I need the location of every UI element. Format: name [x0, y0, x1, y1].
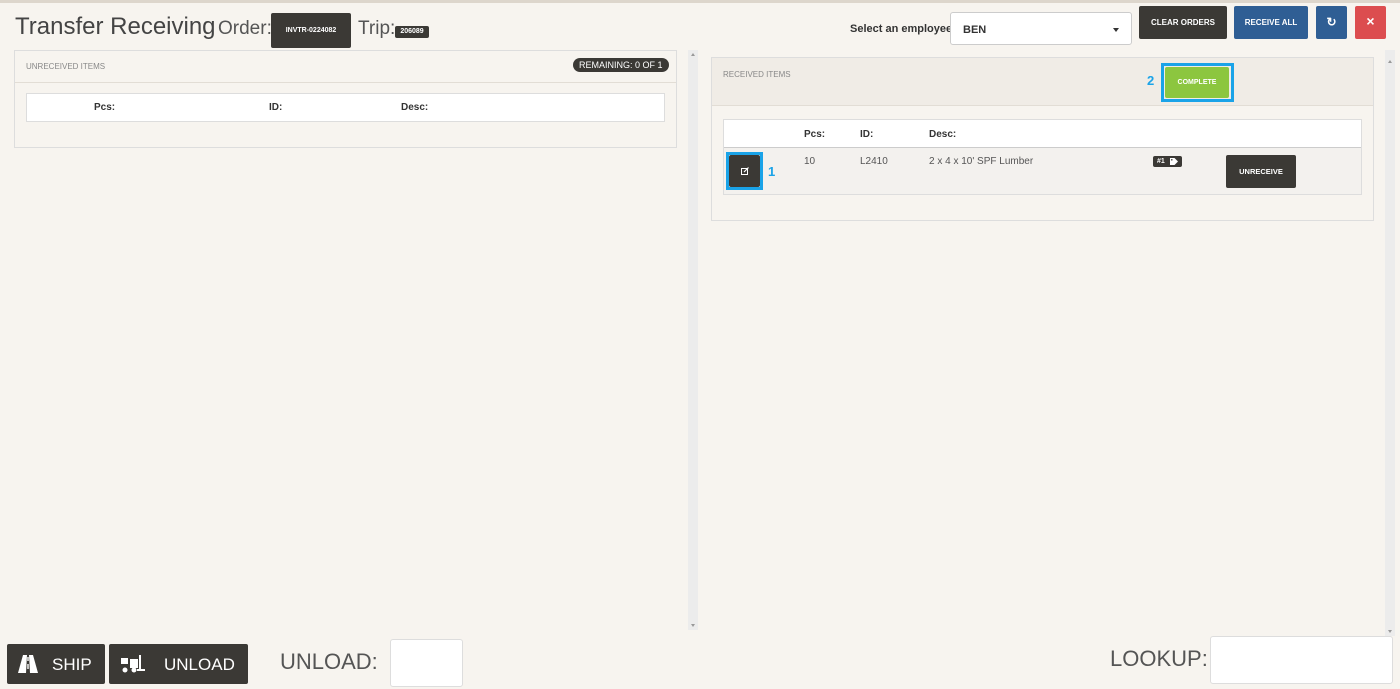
callout-2-highlight — [1161, 63, 1234, 102]
callout-number-2: 2 — [1147, 73, 1155, 88]
unload-input[interactable] — [390, 639, 463, 687]
close-icon: × — [1366, 13, 1375, 29]
column-header-desc: Desc: — [929, 129, 957, 140]
received-heading: RECEIVED ITEMS — [723, 70, 791, 79]
road-icon — [18, 655, 38, 673]
tag-number: #1 — [1157, 158, 1165, 165]
left-panel-scrollbar[interactable] — [688, 50, 698, 630]
unreceive-button[interactable]: UNRECEIVE — [1226, 155, 1296, 188]
close-button[interactable]: × — [1355, 6, 1386, 39]
order-number-badge: INVTR-0224082 — [271, 13, 351, 48]
row-pcs: 10 — [804, 156, 816, 167]
page-title: Transfer Receiving — [15, 13, 216, 40]
received-panel-header — [712, 58, 1373, 106]
table-row: 10 L2410 2 x 4 x 10' SPF Lumber #1 UNREC… — [724, 148, 1361, 194]
employee-select-label: Select an employee: — [850, 23, 956, 35]
unreceived-heading: UNRECEIVED ITEMS — [26, 62, 106, 71]
forklift-icon — [121, 655, 145, 673]
employee-select[interactable]: BEN — [950, 12, 1132, 45]
callout-1-highlight — [726, 152, 763, 190]
unload-field-label: UNLOAD: — [280, 649, 378, 674]
unreceived-table: Pcs: ID: Desc: — [26, 93, 665, 122]
unload-button[interactable]: UNLOAD — [109, 644, 248, 684]
received-table: Pcs: ID: Desc: 10 L2410 2 x 4 x 10' SPF … — [723, 119, 1362, 195]
ship-button[interactable]: SHIP — [7, 644, 105, 684]
tag-icon — [1170, 158, 1178, 165]
remaining-count-badge: REMAINING: 0 OF 1 — [573, 58, 669, 72]
row-id: L2410 — [860, 156, 888, 167]
right-panel-scrollbar[interactable] — [1385, 50, 1395, 636]
scroll-down-icon[interactable] — [691, 624, 695, 627]
scroll-down-icon[interactable] — [1388, 630, 1392, 633]
column-header-desc: Desc: — [401, 102, 429, 113]
lookup-label: LOOKUP: — [1110, 646, 1208, 671]
scroll-up-icon[interactable] — [1388, 60, 1392, 63]
receive-all-button[interactable]: RECEIVE ALL — [1234, 6, 1308, 39]
unload-label: UNLOAD — [164, 655, 235, 674]
tag-badge: #1 — [1153, 156, 1182, 167]
employee-select-value: BEN — [963, 24, 987, 36]
callout-number-1: 1 — [768, 164, 776, 179]
column-header-id: ID: — [269, 102, 283, 113]
refresh-button[interactable]: ↻ — [1316, 6, 1347, 39]
top-border — [0, 0, 1400, 3]
column-header-pcs: Pcs: — [94, 102, 116, 113]
chevron-down-icon — [1113, 28, 1119, 32]
column-header-pcs: Pcs: — [804, 129, 826, 140]
lookup-input[interactable] — [1210, 636, 1393, 684]
row-desc: 2 x 4 x 10' SPF Lumber — [929, 156, 1034, 167]
clear-orders-button[interactable]: CLEAR ORDERS — [1139, 6, 1227, 39]
trip-label: Trip: — [358, 18, 396, 39]
order-label: Order: — [218, 18, 272, 39]
column-header-id: ID: — [860, 129, 874, 140]
scroll-up-icon[interactable] — [691, 53, 695, 56]
trip-number-badge: 206089 — [395, 26, 429, 38]
ship-label: SHIP — [52, 655, 92, 674]
refresh-icon: ↻ — [1326, 15, 1337, 29]
